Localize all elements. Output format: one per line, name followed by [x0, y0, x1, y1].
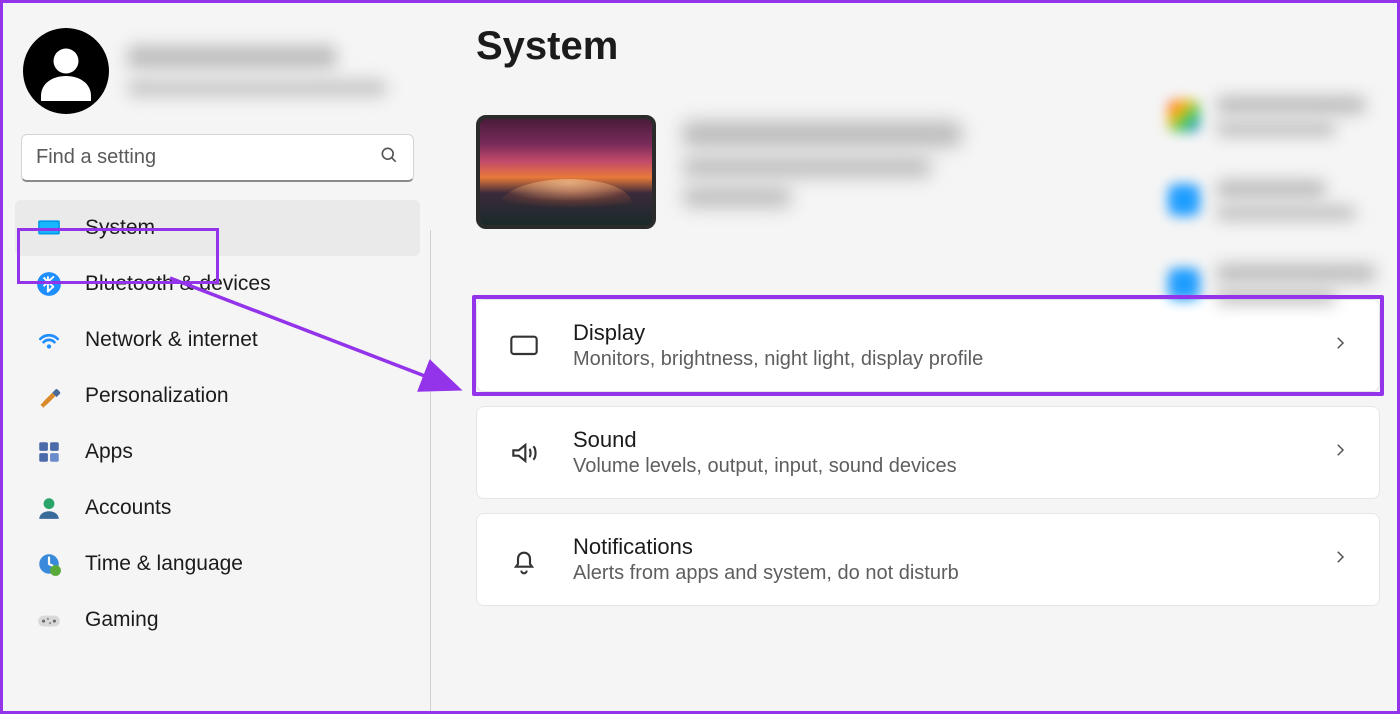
sidebar-item-label: Time & language [85, 552, 243, 576]
display-icon [507, 329, 541, 363]
sidebar-item-accounts[interactable]: Accounts [15, 480, 420, 536]
card-title: Display [573, 320, 1299, 346]
gamepad-icon [35, 606, 63, 634]
search-icon [379, 145, 399, 170]
settings-card-display[interactable]: Display Monitors, brightness, night ligh… [476, 299, 1380, 392]
search-input[interactable] [36, 146, 379, 169]
quick-links-redacted [1168, 96, 1376, 304]
chevron-right-icon [1331, 334, 1349, 357]
card-title: Notifications [573, 534, 1299, 560]
apps-icon [35, 438, 63, 466]
device-name-redacted [682, 115, 962, 207]
card-subtitle: Volume levels, output, input, sound devi… [573, 455, 1299, 478]
settings-card-notifications[interactable]: Notifications Alerts from apps and syste… [476, 513, 1380, 606]
clock-globe-icon [35, 550, 63, 578]
card-subtitle: Alerts from apps and system, do not dist… [573, 562, 1299, 585]
sidebar-item-label: Gaming [85, 608, 159, 632]
settings-card-sound[interactable]: Sound Volume levels, output, input, soun… [476, 406, 1380, 499]
sidebar-item-network[interactable]: Network & internet [15, 312, 420, 368]
sidebar-item-gaming[interactable]: Gaming [15, 592, 420, 648]
main-content: System Display Monitors, brightness, n [430, 0, 1400, 714]
sidebar-item-system[interactable]: System [15, 200, 420, 256]
paintbrush-icon [35, 382, 63, 410]
sidebar-item-label: Bluetooth & devices [85, 272, 271, 296]
device-wallpaper-thumbnail[interactable] [476, 115, 656, 229]
sidebar-item-label: Accounts [85, 496, 171, 520]
search-input-wrapper[interactable] [21, 134, 414, 182]
settings-nav: System Bluetooth & devices Network & int… [15, 200, 420, 648]
chevron-right-icon [1331, 441, 1349, 464]
sound-icon [507, 436, 541, 470]
person-icon [36, 41, 96, 101]
bell-icon [507, 543, 541, 577]
sidebar-item-label: Apps [85, 440, 133, 464]
system-icon [35, 214, 63, 242]
sidebar-item-label: Personalization [85, 384, 229, 408]
sidebar-item-personalization[interactable]: Personalization [15, 368, 420, 424]
card-subtitle: Monitors, brightness, night light, displ… [573, 348, 1299, 371]
sidebar-item-bluetooth[interactable]: Bluetooth & devices [15, 256, 420, 312]
sidebar-item-label: System [85, 216, 155, 240]
accounts-icon [35, 494, 63, 522]
settings-sidebar: System Bluetooth & devices Network & int… [0, 0, 430, 714]
page-title: System [476, 24, 1380, 69]
sidebar-item-label: Network & internet [85, 328, 258, 352]
user-account-header[interactable] [15, 20, 420, 134]
system-settings-list: Display Monitors, brightness, night ligh… [476, 299, 1380, 606]
bluetooth-icon [35, 270, 63, 298]
user-text-redacted [127, 45, 412, 97]
card-title: Sound [573, 427, 1299, 453]
sidebar-item-apps[interactable]: Apps [15, 424, 420, 480]
avatar [23, 28, 109, 114]
sidebar-item-time-language[interactable]: Time & language [15, 536, 420, 592]
wifi-icon [35, 326, 63, 354]
chevron-right-icon [1331, 548, 1349, 571]
